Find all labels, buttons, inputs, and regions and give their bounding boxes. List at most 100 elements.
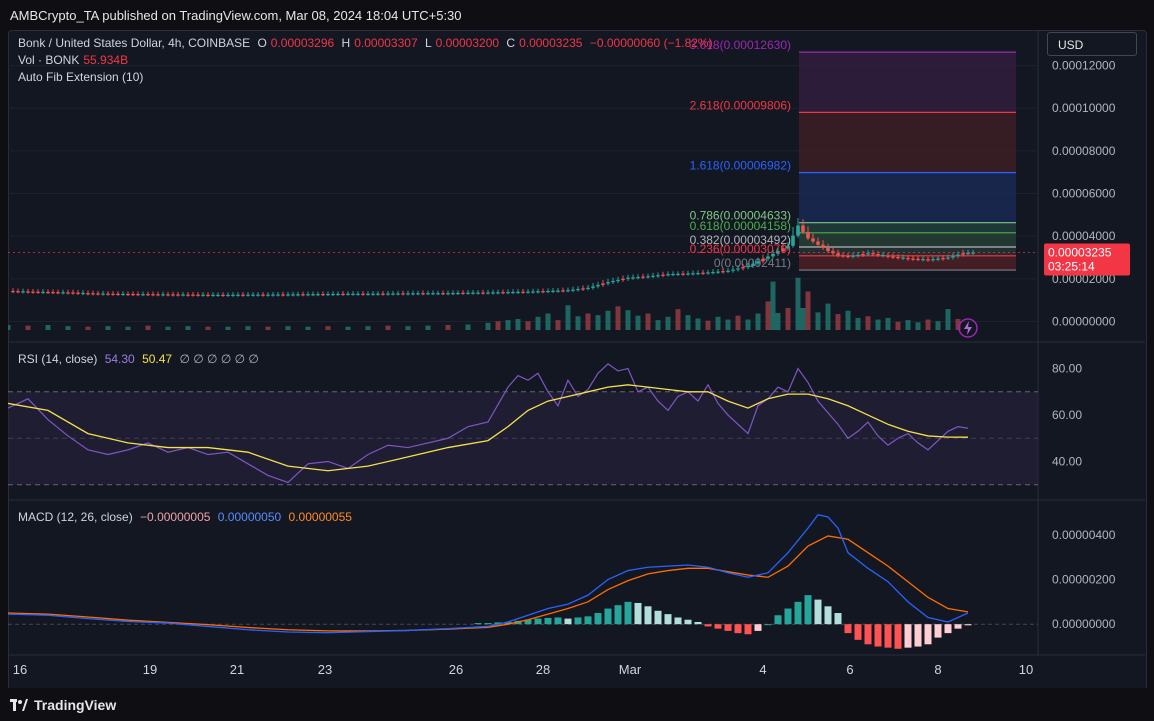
candle-body	[861, 254, 865, 256]
close-label: C	[506, 36, 516, 50]
candle-body	[611, 280, 615, 283]
volume-bar	[635, 315, 641, 330]
volume-bar	[800, 308, 806, 330]
candle-body	[236, 294, 240, 296]
volume-bar	[915, 322, 921, 330]
change-value: −0.00000060 (−1.82%)	[589, 36, 713, 50]
macd-tick-label: 0.00000000	[1052, 617, 1116, 631]
candle-body	[481, 292, 485, 294]
candle-body	[381, 293, 385, 295]
candle-body	[631, 277, 635, 279]
candle-body	[466, 292, 470, 294]
candle-body	[606, 282, 610, 284]
candle-body	[561, 290, 565, 292]
fib-label-0.382: 0.382(0.00003492)	[690, 233, 791, 247]
volume-bar	[685, 315, 691, 330]
candle-body	[451, 293, 455, 295]
candle-body	[806, 231, 810, 239]
fib-label-0: 0(0.00002411)	[714, 256, 791, 270]
volume-bar	[45, 325, 51, 330]
candle-body	[691, 273, 695, 275]
open-label: O	[257, 36, 267, 50]
candle-body	[146, 294, 150, 296]
candle-body	[646, 276, 650, 278]
candle-body	[226, 294, 230, 297]
candle-body	[426, 293, 430, 295]
candle-body	[551, 290, 555, 292]
candle-body	[601, 283, 605, 285]
candle-body	[21, 291, 25, 293]
macd-hist-bar	[884, 624, 892, 648]
candle-body	[286, 294, 290, 296]
candle-body	[911, 258, 915, 260]
candle-body	[446, 293, 450, 295]
candle-body	[106, 293, 110, 295]
candle-body	[931, 259, 935, 261]
macd-hist-bar	[734, 624, 742, 634]
publisher-bar: AMBCrypto_TA published on TradingView.co…	[0, 0, 1154, 30]
candle-body	[536, 291, 540, 293]
candle-body	[326, 293, 330, 296]
volume-bar	[935, 321, 941, 330]
candle-body	[121, 293, 125, 296]
macd-hist-bar	[894, 624, 902, 649]
candle-body	[841, 255, 845, 257]
volume-bar	[835, 314, 841, 330]
candle-body	[376, 293, 380, 295]
macd-hist-bar	[934, 624, 942, 638]
volume-bar	[575, 316, 581, 330]
rsi-label: RSI (14, close)	[18, 352, 98, 366]
candle-body	[866, 253, 870, 255]
volume-bar	[785, 308, 791, 330]
candle-body	[191, 294, 195, 296]
candle-body	[441, 293, 445, 295]
candle-body	[181, 294, 185, 296]
candle-body	[256, 294, 260, 296]
tradingview-logo[interactable]: TradingView	[10, 697, 116, 713]
candle-body	[821, 244, 825, 248]
volume-bar	[205, 326, 211, 330]
macd-hist-bar	[674, 617, 682, 625]
candle-body	[476, 292, 480, 294]
macd-hist-bar	[704, 624, 712, 627]
macd-hist-bar	[644, 606, 652, 625]
volume-bar	[715, 316, 721, 330]
fib-zone	[799, 172, 1016, 223]
candle-body	[926, 259, 930, 261]
macd-hist-bar	[944, 624, 952, 634]
time-tick-label: 8	[934, 662, 941, 677]
candle-body	[516, 291, 520, 294]
candle-body	[306, 294, 310, 296]
candle-body	[576, 288, 580, 291]
candle-body	[111, 293, 115, 295]
candle-body	[771, 253, 775, 257]
macd-hist-bar	[534, 618, 542, 625]
candle-body	[876, 254, 880, 256]
volume-bar	[605, 310, 611, 330]
candle-body	[661, 274, 665, 276]
time-tick-label: 28	[536, 662, 550, 677]
price-tick-label: 0.00012000	[1052, 59, 1116, 73]
macd-hist-bar	[684, 619, 692, 625]
candle-body	[411, 293, 415, 295]
fib-label-1.618: 1.618(0.00006982)	[690, 159, 791, 173]
candle-body	[436, 293, 440, 295]
high-label: H	[341, 36, 351, 50]
macd-hist-bar	[574, 617, 582, 625]
currency-button[interactable]: USD	[1047, 32, 1137, 56]
volume-bar	[8, 325, 11, 330]
candle-body	[586, 287, 590, 289]
volume-bar	[345, 326, 351, 330]
candle-body	[696, 272, 700, 275]
candle-body	[176, 294, 180, 296]
candle-body	[166, 294, 170, 296]
macd-hist-bar	[484, 623, 492, 625]
candle-body	[566, 290, 570, 292]
volume-label: Vol · BONK	[18, 53, 80, 67]
candle-body	[521, 291, 525, 293]
candle-body	[471, 292, 475, 294]
time-tick-label: 10	[1019, 662, 1033, 677]
volume-bar	[845, 310, 851, 330]
candle-body	[76, 292, 80, 294]
fib-zone	[799, 52, 1016, 113]
